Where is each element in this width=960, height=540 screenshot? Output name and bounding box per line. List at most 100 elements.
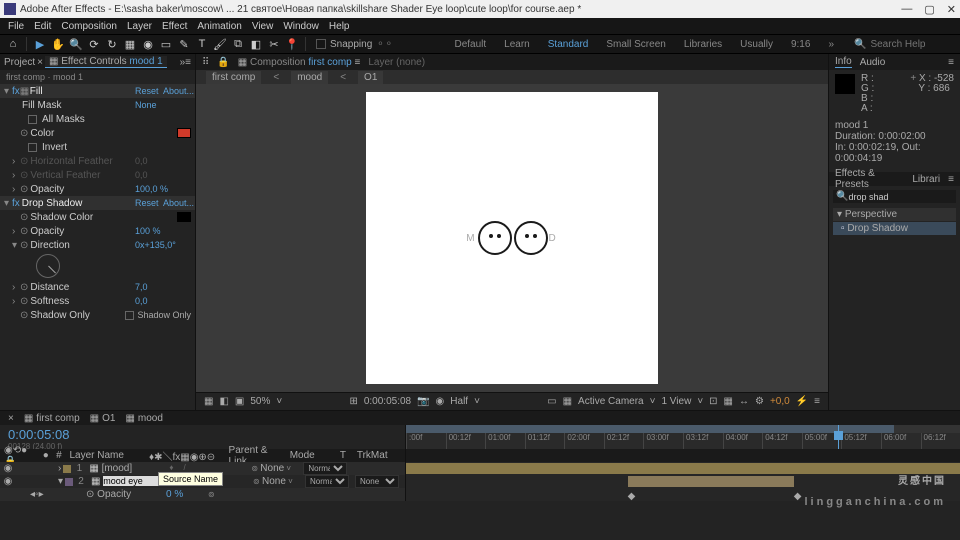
info-tab[interactable]: Info [835,56,852,68]
checkbox-icon[interactable] [28,143,37,152]
color-swatch[interactable] [177,128,191,138]
project-tab[interactable]: Project [4,57,35,68]
dropdown-icon[interactable]: ˅ [276,396,282,407]
current-time[interactable]: 0:00:05:08 [8,427,397,442]
view-dropdown[interactable]: 1 View [661,396,691,407]
audio-tab[interactable]: Audio [860,57,886,68]
twirl-icon[interactable]: › [58,463,61,474]
home-icon[interactable]: ⌂ [6,37,20,51]
eraser-tool-icon[interactable]: ◧ [249,37,263,51]
menu-edit[interactable]: Edit [34,21,51,32]
clone-tool-icon[interactable]: ⧉ [231,37,245,51]
opacity-prop-value[interactable]: 0 % [166,489,206,500]
menu-help[interactable]: Help [329,21,350,32]
layer-bar[interactable] [628,476,794,487]
panel-menu-icon[interactable]: ≡ [814,396,820,407]
shape-tool-icon[interactable]: ▭ [159,37,173,51]
mask-icon[interactable]: ▣ [235,396,244,407]
bc-first-comp[interactable]: first comp [206,71,261,84]
lock-icon[interactable]: 🔒 [217,57,229,68]
softness-value[interactable]: 0,0 [135,296,191,306]
fast-preview-icon[interactable]: ⚡ [796,396,808,407]
direction-dial[interactable] [36,254,60,278]
layer-rename-input[interactable] [103,476,159,486]
menu-effect[interactable]: Effect [162,21,187,32]
blend-mode-select[interactable]: Normal [305,475,349,488]
menu-layer[interactable]: Layer [127,21,152,32]
ds-opacity-value[interactable]: 100 % [135,226,191,236]
pan-behind-tool-icon[interactable]: ◉ [141,37,155,51]
col-layer-name[interactable]: Layer Name [69,450,143,461]
reset-link[interactable]: Reset [135,198,163,208]
bc-mood[interactable]: mood [291,71,328,84]
vp-icon[interactable]: ↔ [739,396,749,407]
help-search-input[interactable] [870,39,950,50]
vp-icon[interactable]: ⚙ [755,396,764,407]
opacity-prop[interactable]: Opacity [97,489,131,500]
minimize-button[interactable]: — [901,3,912,16]
workspace-usually[interactable]: Usually [740,39,773,50]
time-ruler[interactable]: :00f00:12f01:00f01:12f02:00f02:12f03:00f… [405,425,960,449]
menu-window[interactable]: Window [283,21,319,32]
time-display[interactable]: 0:00:05:08 [364,396,411,407]
alpha-icon[interactable]: ◧ [219,396,228,407]
about-link[interactable]: About... [163,198,191,208]
roto-tool-icon[interactable]: ✂ [267,37,281,51]
twirl-icon[interactable]: ▾ [58,476,63,487]
grid-icon[interactable]: ⊞ [349,396,357,407]
zoom-tool-icon[interactable]: 🔍 [69,37,83,51]
layer-color[interactable] [65,478,73,486]
magnify-icon[interactable]: ▦ [204,396,213,407]
timeline-tab-mood[interactable]: ▦ mood [125,413,162,424]
exposure-value[interactable]: +0,0 [770,396,790,407]
close-tab-icon[interactable]: × [37,57,43,68]
layer-tab[interactable]: Layer (none) [368,57,425,68]
panel-menu-icon[interactable]: ≡ [948,57,954,68]
effect-category[interactable]: ▾ Perspective [833,208,956,221]
snapping-toggle[interactable]: Snapping ⚬⚬ [312,39,397,50]
playhead[interactable] [838,425,839,449]
channel-icon[interactable]: ◉ [436,396,445,407]
workspace-default[interactable]: Default [454,39,486,50]
menu-animation[interactable]: Animation [197,21,241,32]
workspace-standard[interactable]: Standard [548,39,589,50]
effect-controls-tab[interactable]: ▦ Effect Controls mood 1 [45,56,167,68]
comp-tab[interactable]: first comp [308,57,351,68]
bc-o1[interactable]: O1 [358,71,383,84]
panel-menu-icon[interactable]: »≡ [180,57,191,68]
libraries-tab[interactable]: Librari [912,174,940,185]
type-tool-icon[interactable]: T [195,37,209,51]
close-button[interactable]: ✕ [947,3,956,16]
workspace-learn[interactable]: Learn [504,39,530,50]
camera-tool-icon[interactable]: ▦ [123,37,137,51]
puppet-tool-icon[interactable]: 📍 [285,37,299,51]
twirl-icon[interactable]: ▾ [4,198,12,209]
workspace-libraries[interactable]: Libraries [684,39,722,50]
visibility-toggle[interactable]: ◉ [2,463,14,474]
opacity-value[interactable]: 100,0 % [135,184,191,194]
reset-link[interactable]: Reset [135,86,163,96]
shadow-color-swatch[interactable] [177,212,191,222]
checkbox-icon[interactable] [28,115,37,124]
pen-tool-icon[interactable]: ✎ [177,37,191,51]
effects-search-input[interactable] [848,192,960,202]
effects-presets-tab[interactable]: Effects & Presets [835,168,904,191]
checkbox-icon[interactable] [125,311,134,320]
fill-effect[interactable]: Fill [28,86,135,97]
blend-mode-select[interactable]: Normal [303,462,347,475]
about-link[interactable]: About... [163,86,191,96]
snap-opts-icon[interactable]: ⚬⚬ [376,39,393,50]
menu-composition[interactable]: Composition [61,21,117,32]
workspace-small-screen[interactable]: Small Screen [606,39,665,50]
timeline-tab-o1[interactable]: ▦ O1 [90,413,116,424]
visibility-toggle[interactable]: ◉ [2,476,14,487]
workspace-overflow-icon[interactable]: » [828,39,834,50]
effects-search[interactable]: 🔍 × [833,190,956,203]
zoom-value[interactable]: 50% [250,396,270,407]
orbit-tool-icon[interactable]: ⟳ [87,37,101,51]
menu-file[interactable]: File [8,21,24,32]
fill-mask-value[interactable]: None [135,100,191,110]
col-mode[interactable]: Mode [290,450,334,461]
roi-icon[interactable]: ▭ [547,396,556,407]
panel-grip-icon[interactable]: ⠿ [202,57,209,68]
